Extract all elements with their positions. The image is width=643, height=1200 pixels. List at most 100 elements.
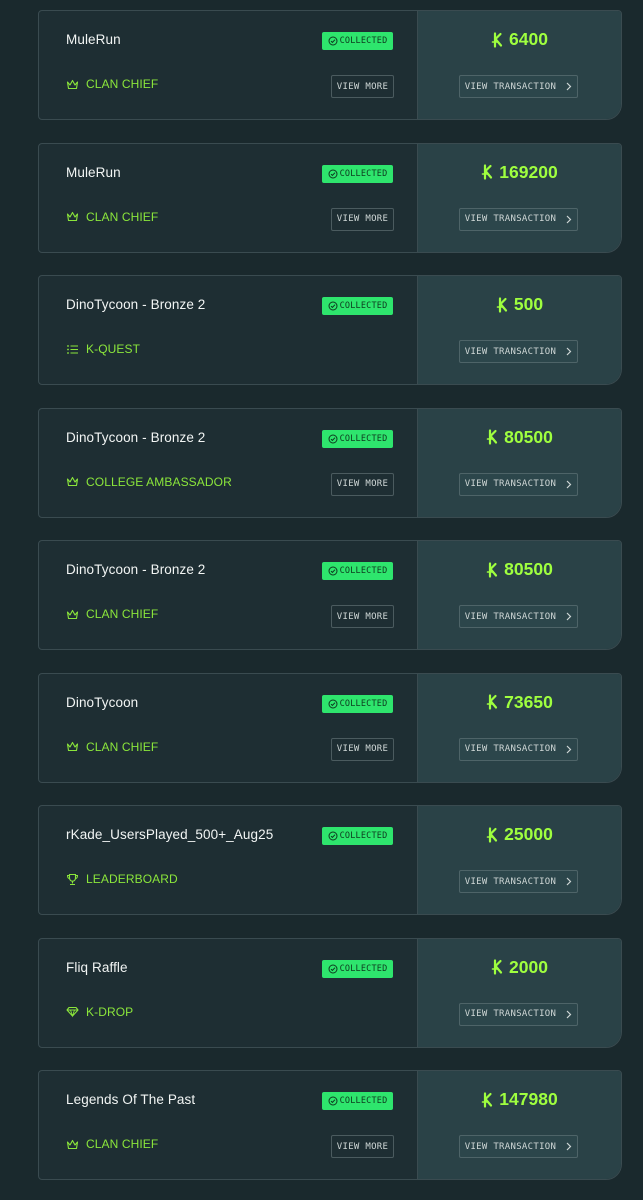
reward-amount-value: 73650 — [504, 691, 553, 712]
chevron-right-icon — [566, 215, 572, 223]
transaction-card: DinoTycoon COLLECTED CLAN CHIEF VIEW MOR… — [38, 672, 622, 783]
transaction-title: rKade_UsersPlayed_500+_Aug25 — [66, 827, 274, 842]
reward-amount: 80500 — [418, 559, 621, 580]
reward-amount: 500 — [418, 294, 621, 315]
transaction-title: Fliq Raffle — [66, 959, 128, 975]
view-transaction-label: VIEW TRANSACTION — [464, 1009, 557, 1019]
crown-icon — [66, 79, 79, 89]
category-label: CLAN CHIEF — [86, 209, 159, 224]
reward-panel: 147980 VIEW TRANSACTION — [417, 1071, 621, 1179]
category-label: CLAN CHIEF — [86, 739, 159, 754]
trophy-icon — [66, 873, 79, 885]
view-more-button[interactable]: VIEW MORE — [331, 1135, 394, 1158]
view-transaction-button[interactable]: VIEW TRANSACTION — [459, 1135, 578, 1158]
transaction-card: DinoTycoon - Bronze 2 COLLECTED CLAN CHI… — [38, 540, 622, 650]
status-badge: COLLECTED — [322, 32, 393, 50]
transaction-card: DinoTycoon - Bronze 2 COLLECTED K-QUEST — [38, 275, 622, 385]
reward-amount-value: 2000 — [509, 956, 548, 977]
reward-amount-value: 80500 — [504, 426, 553, 447]
view-more-button[interactable]: VIEW MORE — [331, 472, 394, 496]
chevron-right-icon — [566, 1142, 572, 1151]
view-transaction-button[interactable]: VIEW TRANSACTION — [459, 75, 578, 98]
status-badge: COLLECTED — [322, 429, 393, 448]
status-badge: COLLECTED — [322, 827, 393, 845]
crown-icon — [66, 1139, 79, 1149]
view-transaction-label: VIEW TRANSACTION — [464, 479, 557, 489]
list-icon — [67, 344, 78, 354]
kred-coin-icon — [481, 1091, 493, 1108]
kred-coin-icon — [486, 561, 498, 578]
status-badge-label: COLLECTED — [339, 698, 388, 709]
kred-coin-icon — [491, 959, 503, 975]
status-badge: COLLECTED — [322, 1092, 393, 1110]
reward-amount: 6400 — [418, 29, 621, 50]
status-badge: COLLECTED — [322, 164, 393, 183]
kred-coin-icon — [481, 164, 493, 180]
check-circle-icon — [328, 566, 338, 576]
transaction-title: MuleRun — [66, 164, 121, 180]
check-circle-icon — [328, 699, 338, 708]
view-more-button[interactable]: VIEW MORE — [331, 207, 394, 231]
category-label: COLLEGE AMBASSADOR — [86, 474, 232, 489]
category-label: CLAN CHIEF — [86, 1137, 159, 1151]
category-label: K-QUEST — [86, 342, 141, 356]
check-circle-icon — [328, 301, 338, 311]
view-transaction-button[interactable]: VIEW TRANSACTION — [459, 207, 578, 231]
view-transaction-label: VIEW TRANSACTION — [464, 611, 557, 622]
category-tag: CLAN CHIEF — [66, 210, 158, 224]
category-label: CLAN CHIEF — [86, 77, 159, 91]
view-transaction-button[interactable]: VIEW TRANSACTION — [459, 472, 578, 496]
category-label: LEADERBOARD — [86, 872, 178, 886]
reward-amount: 169200 — [418, 162, 621, 183]
view-more-button[interactable]: VIEW MORE — [331, 737, 394, 761]
reward-panel: 73650 VIEW TRANSACTION — [417, 673, 621, 782]
view-more-button[interactable]: VIEW MORE — [331, 75, 394, 98]
reward-amount-value: 6400 — [509, 29, 548, 49]
view-transaction-label: VIEW TRANSACTION — [464, 214, 557, 224]
status-badge-label: COLLECTED — [339, 36, 388, 46]
status-badge-label: COLLECTED — [339, 433, 388, 444]
reward-amount: 80500 — [418, 427, 621, 448]
category-tag: CLAN CHIEF — [66, 1137, 158, 1151]
reward-amount: 2000 — [418, 957, 621, 978]
transaction-title: DinoTycoon - Bronze 2 — [66, 297, 206, 312]
chevron-right-icon — [566, 1010, 572, 1018]
category-tag: COLLEGE AMBASSADOR — [66, 475, 232, 489]
view-transaction-label: VIEW TRANSACTION — [464, 81, 557, 92]
reward-amount: 73650 — [418, 692, 621, 713]
view-more-button[interactable]: VIEW MORE — [331, 605, 394, 628]
category-tag: CLAN CHIEF — [66, 607, 158, 621]
crown-icon — [66, 476, 79, 487]
view-transaction-button[interactable]: VIEW TRANSACTION — [459, 870, 578, 893]
reward-amount-value: 169200 — [499, 161, 558, 182]
transaction-card: MuleRun COLLECTED CLAN CHIEF VIEW MORE — [38, 142, 622, 253]
reward-panel: 80500 VIEW TRANSACTION — [417, 541, 621, 649]
kred-coin-icon — [486, 694, 498, 710]
transaction-details: MuleRun COLLECTED CLAN CHIEF VIEW MORE — [39, 11, 417, 119]
chevron-right-icon — [566, 612, 572, 621]
view-transaction-button[interactable]: VIEW TRANSACTION — [459, 605, 578, 628]
view-transaction-button[interactable]: VIEW TRANSACTION — [459, 340, 578, 363]
view-transaction-button[interactable]: VIEW TRANSACTION — [459, 737, 578, 761]
check-circle-icon — [328, 831, 338, 841]
status-badge: COLLECTED — [322, 297, 393, 315]
check-circle-icon — [328, 36, 338, 46]
view-transaction-label: VIEW TRANSACTION — [464, 346, 557, 357]
status-badge-label: COLLECTED — [339, 963, 388, 974]
kred-coin-icon — [491, 31, 503, 48]
transaction-details: rKade_UsersPlayed_500+_Aug25 COLLECTED L… — [39, 806, 417, 914]
transaction-title: Legends Of The Past — [66, 1092, 196, 1107]
crown-icon — [66, 211, 79, 222]
reward-amount: 147980 — [418, 1089, 621, 1110]
reward-panel: 6400 VIEW TRANSACTION — [417, 11, 621, 119]
reward-amount-value: 25000 — [504, 824, 553, 844]
transaction-details: MuleRun COLLECTED CLAN CHIEF VIEW MORE — [39, 144, 417, 252]
view-transaction-label: VIEW TRANSACTION — [464, 1141, 557, 1152]
view-transaction-button[interactable]: VIEW TRANSACTION — [459, 1002, 578, 1026]
check-circle-icon — [328, 964, 338, 973]
transaction-card: Legends Of The Past COLLECTED CLAN CHIEF… — [38, 1070, 622, 1180]
check-circle-icon — [328, 434, 338, 443]
check-circle-icon — [328, 1096, 338, 1106]
status-badge-label: COLLECTED — [339, 831, 388, 841]
chevron-right-icon — [566, 877, 572, 886]
